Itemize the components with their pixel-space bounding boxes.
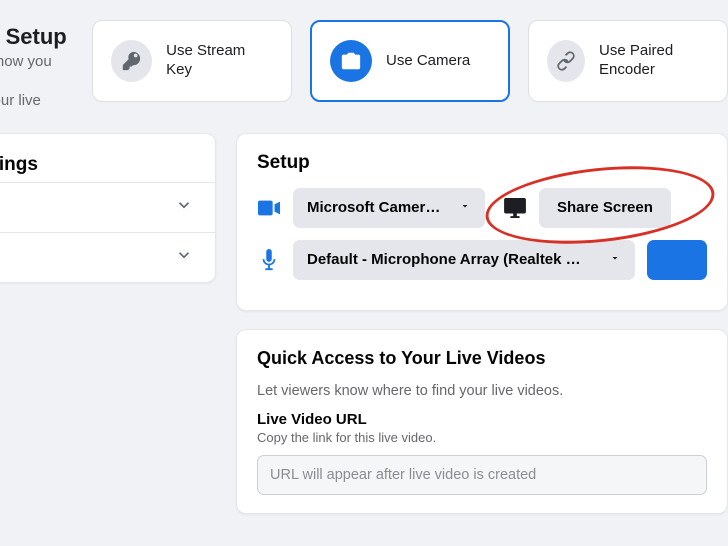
video-camera-icon [257,200,281,216]
monitor-icon [503,198,527,218]
chevron-down-icon [175,246,193,269]
video-setup-header: Video Setup Choose how you want to set u… [0,0,728,133]
live-url-hint: Copy the link for this live video. [257,430,707,445]
choice-use-camera[interactable]: Use Camera [310,20,510,102]
video-setup-text: Video Setup Choose how you want to set u… [0,20,74,111]
quick-access-title: Quick Access to Your Live Videos [257,348,707,369]
quick-access-subtitle: Let viewers know where to find your live… [257,383,707,399]
key-icon [111,40,152,82]
quick-access-panel: Quick Access to Your Live Videos Let vie… [236,329,728,514]
settings-accordion-row[interactable] [0,182,215,232]
microphone-select[interactable]: Default - Microphone Array (Realtek … [293,240,635,280]
mic-action-button[interactable] [647,240,707,280]
live-url-placeholder: URL will appear after live video is crea… [270,467,536,483]
settings-title: Settings [0,154,193,176]
choice-label: Use Camera [386,52,470,71]
choice-label: Use Stream Key [166,42,273,80]
setup-title: Setup [257,152,707,174]
share-screen-button[interactable]: Share Screen [539,188,671,228]
choice-label: Use Paired Encoder [599,42,709,80]
page-title: Video Setup [0,24,74,50]
camera-row: Microsoft Camer… Share Screen [257,188,707,228]
live-url-field[interactable]: URL will appear after live video is crea… [257,455,707,495]
mic-row: Default - Microphone Array (Realtek … [257,240,707,280]
choice-paired-encoder[interactable]: Use Paired Encoder [528,20,728,102]
camera-icon [330,40,372,82]
mic-selected-value: Default - Microphone Array (Realtek … [307,251,581,268]
microphone-icon [257,249,281,271]
chevron-down-icon [175,196,193,219]
settings-panel: Settings [0,133,216,283]
page-subtitle: Choose how you want to set up your live [0,52,74,111]
link-icon [547,40,585,82]
camera-select[interactable]: Microsoft Camer… [293,188,485,228]
camera-selected-value: Microsoft Camer… [307,199,440,216]
live-url-label: Live Video URL [257,411,707,428]
settings-accordion-row[interactable] [0,232,215,282]
choice-stream-key[interactable]: Use Stream Key [92,20,292,102]
caret-down-icon [609,251,621,268]
setup-panel: Setup Microsoft Camer… Share Screen [236,133,728,311]
caret-down-icon [459,199,471,216]
